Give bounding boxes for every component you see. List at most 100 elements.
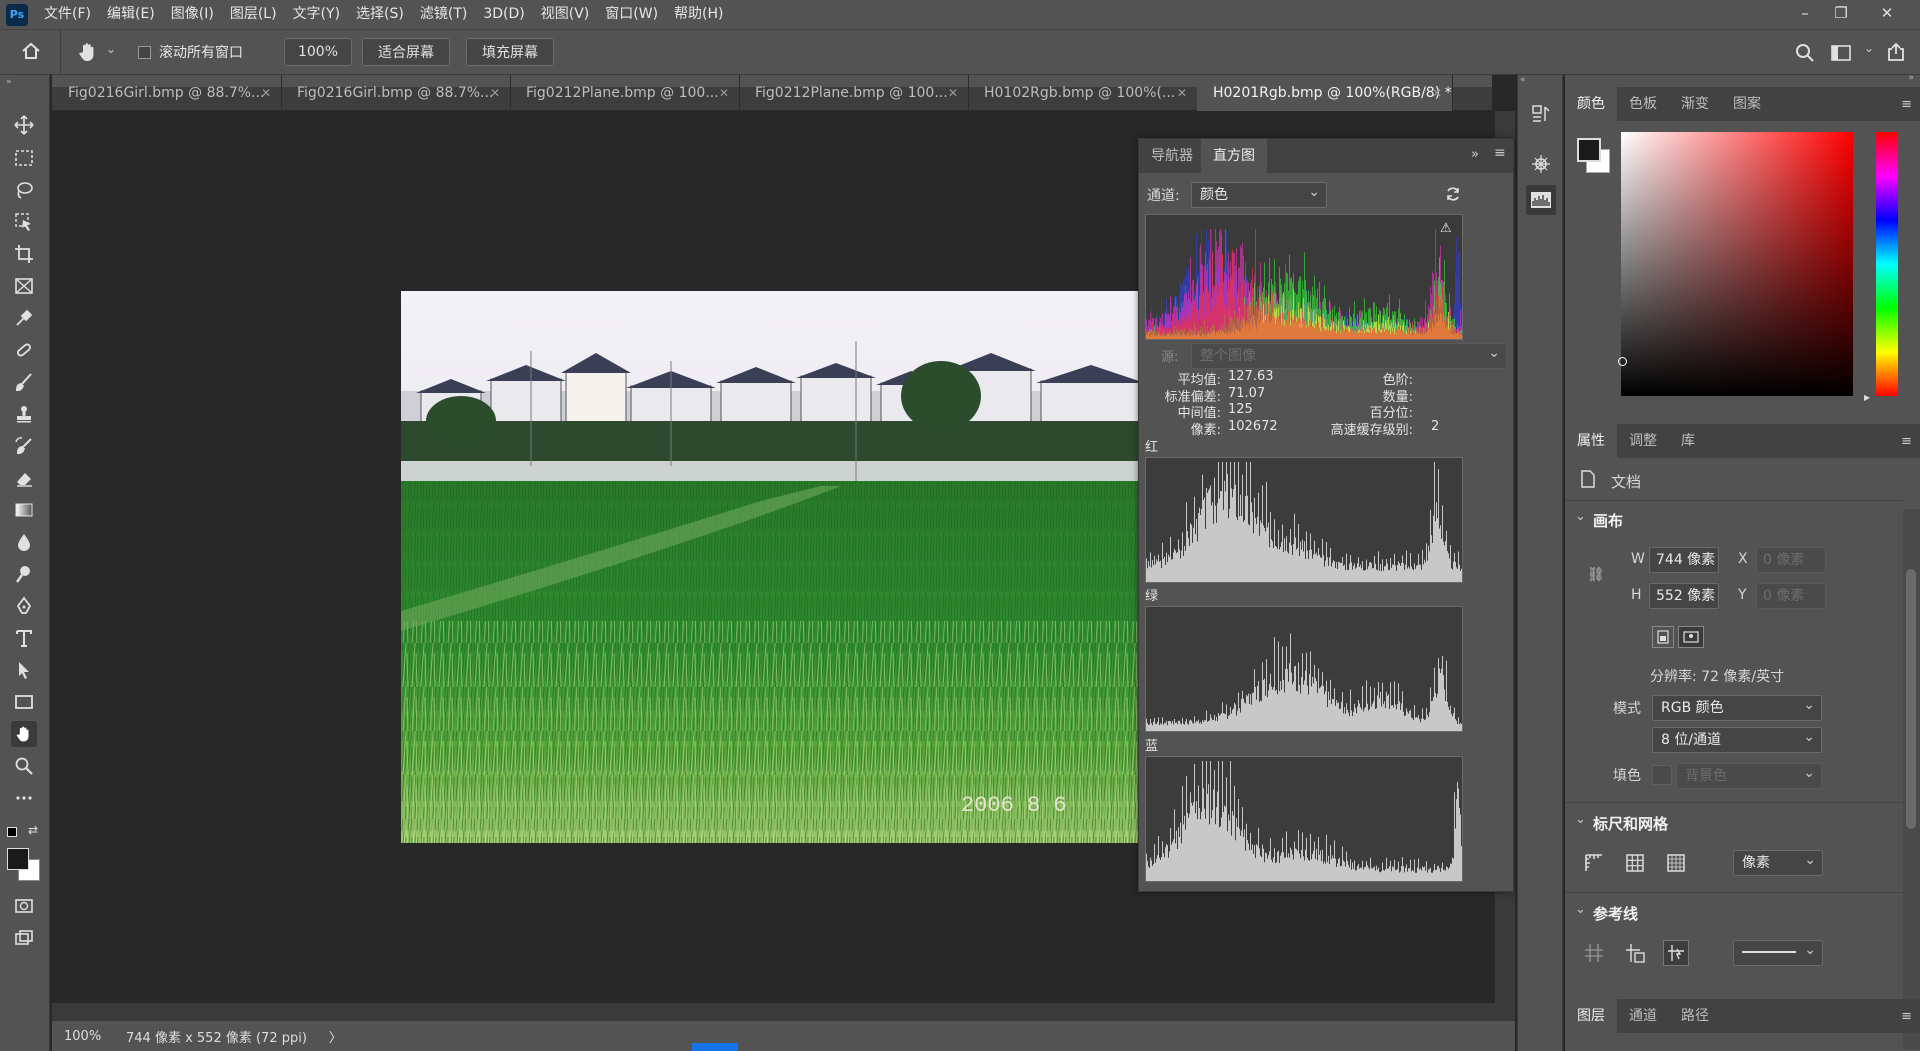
source-select[interactable]: 整个图像 (1191, 341, 1507, 369)
menu-item[interactable]: 文件(F) (36, 0, 99, 29)
tab-histogram[interactable]: 直方图 (1201, 139, 1267, 173)
tab-channels[interactable]: 通道 (1617, 999, 1669, 1033)
default-colors-icon[interactable] (7, 827, 17, 837)
pixel-grid-icon[interactable] (1665, 852, 1687, 878)
chevron-down-icon[interactable]: ⌄ (1575, 812, 1586, 827)
menu-item[interactable]: 文字(Y) (285, 0, 348, 29)
color-field[interactable] (1618, 132, 1853, 396)
expand-panels-icon[interactable]: » (1908, 73, 1914, 83)
fill-select[interactable]: 背景色 (1676, 761, 1822, 789)
type-tool-icon[interactable] (11, 625, 37, 651)
share-icon[interactable] (1885, 41, 1907, 67)
tab-navigator[interactable]: 导航器 (1139, 139, 1205, 173)
y-field[interactable]: 0 像素 (1756, 583, 1826, 609)
fit-screen-button[interactable]: 适合屏幕 (362, 38, 450, 66)
histogram-panel-icon[interactable] (1526, 185, 1556, 215)
more-tools-icon[interactable] (11, 785, 37, 811)
panel-menu-icon[interactable]: ≡ (1901, 97, 1912, 112)
color-picker-cursor[interactable] (1618, 357, 1627, 366)
hue-slider[interactable] (1876, 132, 1898, 396)
menu-item[interactable]: 帮助(H) (666, 0, 731, 29)
navigator-panel-icon[interactable] (1526, 149, 1556, 179)
tab-doc-1[interactable]: Fig0216Girl.bmp @ 88.7%... ✕ (52, 75, 282, 111)
panel-menu-icon[interactable]: ≡ (1494, 145, 1506, 161)
chevron-down-icon[interactable]: ⌄ (1575, 902, 1586, 917)
fg-color-swatch[interactable] (1577, 138, 1601, 162)
link-icon[interactable]: ⛓ (1587, 567, 1605, 583)
tab-patterns[interactable]: 图案 (1721, 87, 1773, 121)
close-icon[interactable]: ✕ (261, 75, 271, 111)
status-zoom[interactable]: 100% (64, 1029, 116, 1044)
path-select-tool-icon[interactable] (11, 657, 37, 683)
chevron-down-icon[interactable]: ⌄ (1864, 41, 1874, 55)
depth-select[interactable]: 8 位/通道 (1652, 725, 1822, 753)
foreground-color-swatch[interactable] (7, 848, 29, 870)
tab-libraries[interactable]: 库 (1669, 424, 1707, 458)
fill-screen-button[interactable]: 填充屏幕 (466, 38, 554, 66)
tab-doc-2[interactable]: Fig0216Girl.bmp @ 88.7%... ✕ (281, 75, 511, 111)
crop-tool-icon[interactable] (11, 241, 37, 267)
close-icon[interactable]: ✕ (948, 75, 958, 111)
minimize-button[interactable]: – (1787, 0, 1823, 26)
gradient-tool-icon[interactable] (11, 497, 37, 523)
swap-colors-icon[interactable]: ⇄ (28, 823, 38, 837)
tab-doc-active[interactable]: H0201Rgb.bmp @ 100%(RGB/8) * ✕ (1197, 75, 1453, 111)
hand-tool-icon[interactable] (76, 40, 100, 68)
zoom-value-field[interactable]: 100% (284, 38, 352, 66)
tab-doc-4[interactable]: Fig0212Plane.bmp @ 100... ✕ (739, 75, 969, 111)
panel-menu-icon[interactable]: ≡ (1901, 434, 1912, 449)
search-icon[interactable] (1794, 42, 1816, 68)
collapse-panel-icon[interactable]: » (1471, 147, 1479, 162)
blur-tool-icon[interactable] (11, 529, 37, 555)
screen-mode-icon[interactable] (11, 925, 37, 951)
menu-item[interactable]: 视图(V) (533, 0, 598, 29)
home-icon[interactable] (20, 40, 42, 66)
dodge-tool-icon[interactable] (11, 561, 37, 587)
x-field[interactable]: 0 像素 (1756, 547, 1826, 573)
close-icon[interactable]: ✕ (490, 75, 500, 111)
grid-icon[interactable] (1624, 852, 1646, 878)
panel-menu-icon[interactable]: ≡ (1901, 1009, 1912, 1024)
width-field[interactable]: 744 像素 (1649, 547, 1719, 573)
restore-button[interactable]: ❐ (1823, 0, 1859, 26)
menu-item[interactable]: 图层(L) (222, 0, 285, 29)
landscape-icon[interactable] (1678, 626, 1704, 648)
horizontal-scrollbar[interactable] (52, 1003, 1495, 1021)
tab-color[interactable]: 颜色 (1565, 87, 1617, 121)
portrait-icon[interactable] (1652, 626, 1674, 648)
menu-item[interactable]: 滤镜(T) (412, 0, 475, 29)
refresh-icon[interactable] (1444, 185, 1462, 207)
tab-paths[interactable]: 路径 (1669, 999, 1721, 1033)
menu-item[interactable]: 选择(S) (348, 0, 412, 29)
frame-tool-icon[interactable] (11, 273, 37, 299)
lasso-tool-icon[interactable] (11, 177, 37, 203)
tab-swatches[interactable]: 色板 (1617, 87, 1669, 121)
properties-scrollbar[interactable] (1903, 509, 1920, 1049)
chevron-down-icon[interactable]: ⌄ (1575, 509, 1586, 524)
document-image[interactable]: 2006 8 6 (401, 291, 1145, 843)
guide-icon[interactable] (1583, 942, 1605, 968)
unit-select[interactable]: 像素 (1733, 848, 1823, 876)
object-select-tool-icon[interactable] (11, 209, 37, 235)
eyedropper-tool-icon[interactable] (11, 305, 37, 331)
add-guide-icon[interactable] (1624, 942, 1646, 968)
collapse-strip-icon[interactable]: « (1520, 75, 1526, 85)
quick-mask-icon[interactable] (11, 893, 37, 919)
scroll-all-checkbox[interactable] (138, 46, 151, 59)
healing-brush-tool-icon[interactable] (11, 337, 37, 363)
zoom-tool-icon[interactable] (11, 753, 37, 779)
history-brush-tool-icon[interactable] (11, 433, 37, 459)
move-tool-icon[interactable] (11, 112, 37, 138)
status-arrow-icon[interactable]: 〉 (329, 1027, 342, 1046)
mode-select[interactable]: RGB 颜色 (1652, 693, 1822, 721)
close-icon[interactable]: ✕ (1432, 75, 1442, 111)
workspace-icon[interactable] (1830, 43, 1852, 67)
hue-slider-handle[interactable]: ▶ (1864, 393, 1870, 402)
chevron-down-icon[interactable]: ⌄ (106, 42, 116, 56)
menu-item[interactable]: 编辑(E) (99, 0, 163, 29)
eraser-tool-icon[interactable] (11, 465, 37, 491)
menu-item[interactable]: 图像(I) (163, 0, 222, 29)
tab-doc-5[interactable]: H0102Rgb.bmp @ 100%(... ✕ (968, 75, 1198, 111)
brush-tool-icon[interactable] (11, 369, 37, 395)
rectangle-tool-icon[interactable] (11, 689, 37, 715)
